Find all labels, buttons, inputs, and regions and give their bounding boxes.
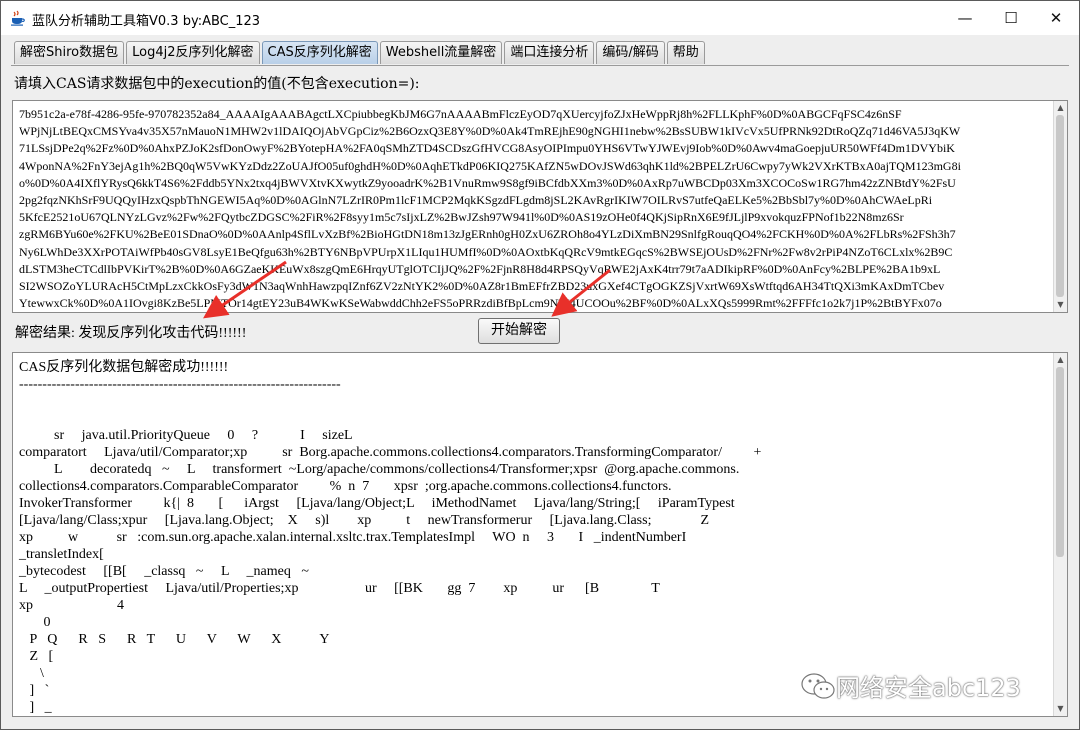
tab-log4j2[interactable]: Log4j2反序列化解密 xyxy=(126,41,260,64)
output-line: InvokerTransformer k{| 8 [ iArgst [Ljava… xyxy=(19,496,735,511)
input-line: WPjNjLtBEQxCMSYva4v35X57nMauoN1MHW2v1lDA… xyxy=(19,124,961,139)
output-text: CAS反序列化数据包解密成功!!!!!! --------------------… xyxy=(19,359,1055,717)
input-prompt-label: 请填入CAS请求数据包中的execution的值(不包含execution=): xyxy=(14,76,420,92)
title-bar: 蓝队分析辅助工具箱V0.3 by:ABC_123 — ☐ ✕ xyxy=(1,1,1079,35)
input-line: 2pg2fqzNKhSrF9UQQyIHzxQspbThNGEWI5Aq%0D%… xyxy=(19,193,933,208)
minimize-icon: — xyxy=(957,9,973,27)
app-window: 蓝队分析辅助工具箱V0.3 by:ABC_123 — ☐ ✕ 解密Shiro数据… xyxy=(0,0,1080,730)
output-line: a b xyxy=(19,716,1055,717)
minimize-button[interactable]: — xyxy=(942,1,988,35)
output-line: xp w sr :com.sun.org.apache.xalan.intern… xyxy=(19,530,687,545)
input-line: 4WponNA%2FnY3ejAg1h%2BQ0qW5VwKYzDdz2ZoUA… xyxy=(19,158,961,173)
execution-input[interactable]: 7b951c2a-e78f-4286-95fe-970782352a84_AAA… xyxy=(12,100,1068,313)
tab-encode-decode[interactable]: 编码/解码 xyxy=(596,41,665,64)
start-decrypt-button[interactable]: 开始解密 xyxy=(478,318,560,344)
input-line: dLSTM3heCTCdlIbPVKirT%2B%0D%0A6GZaeKKEuW… xyxy=(19,261,941,276)
tab-help[interactable]: 帮助 xyxy=(666,41,705,64)
output-area[interactable]: CAS反序列化数据包解密成功!!!!!! --------------------… xyxy=(12,352,1068,717)
input-line: Ny6LWhDe3XXrPOTAiWfPb40sGV8LsyE1BeQfgu63… xyxy=(19,244,953,259)
scroll-down-icon[interactable]: ▼ xyxy=(1055,703,1066,714)
input-line: zgRM6BYu60e%2FKU%2BeE01SDnaO%0D%0AAnlp4S… xyxy=(19,227,956,242)
input-line: 5KfcE2521oU67QLNYzLGvz%2Fw%2FQytbcZDGSC%… xyxy=(19,210,904,225)
watermark: 网络安全abc123 xyxy=(800,668,1021,703)
tab-shiro[interactable]: 解密Shiro数据包 xyxy=(14,41,125,64)
output-line: xp 4 xyxy=(19,598,124,613)
close-button[interactable]: ✕ xyxy=(1033,1,1079,35)
tab-webshell[interactable]: Webshell流量解密 xyxy=(379,41,503,64)
output-line: [Ljava/lang/Class;xpur [Ljava.lang.Objec… xyxy=(19,513,710,528)
output-line: Z [ xyxy=(19,649,54,664)
execution-input-text: 7b951c2a-e78f-4286-95fe-970782352a84_AAA… xyxy=(19,106,1055,312)
output-line: sr java.util.PriorityQueue 0 ? I sizeL xyxy=(19,428,353,443)
output-line: _bytecodest [[B[ _classq ~ L _nameq ~ xyxy=(19,564,309,579)
input-line: 7b951c2a-e78f-4286-95fe-970782352a84_AAA… xyxy=(19,107,902,121)
input-line: o%0D%0A4IXflYRysQ6kkT4S6%2Fddb5YNx2txq4j… xyxy=(19,175,956,190)
scroll-thumb[interactable] xyxy=(1056,115,1064,297)
output-line: collections4.comparators.ComparableCompa… xyxy=(19,479,672,494)
input-line: YtewwxCk%0D%0A1IOvgi8KzBe5LPMTOr14gtEY23… xyxy=(19,296,942,311)
tab-port-analysis[interactable]: 端口连接分析 xyxy=(504,41,595,64)
window-title: 蓝队分析辅助工具箱V0.3 by:ABC_123 xyxy=(32,14,261,29)
maximize-icon: ☐ xyxy=(1004,9,1018,27)
tab-divider xyxy=(11,65,1069,66)
output-line: CAS反序列化数据包解密成功!!!!!! xyxy=(19,360,229,375)
output-line: L decoratedq ~ L transformert ~Lorg/apac… xyxy=(19,462,740,477)
output-line: comparatort Ljava/util/Comparator;xp sr … xyxy=(19,445,762,460)
output-line: P Q R S R T U V W X Y xyxy=(19,632,330,647)
output-line: 0 xyxy=(19,615,51,630)
java-cup-icon xyxy=(11,10,25,26)
scroll-down-icon[interactable]: ▼ xyxy=(1055,299,1066,310)
decrypt-result-label: 解密结果: 发现反序列化攻击代码!!!!!! xyxy=(15,326,247,341)
scroll-thumb[interactable] xyxy=(1056,367,1064,557)
scroll-up-icon[interactable]: ▲ xyxy=(1055,354,1066,365)
output-line: ----------------------------------------… xyxy=(19,377,341,392)
output-line: L _outputPropertiest Ljava/util/Properti… xyxy=(19,581,660,596)
tab-bar: 解密Shiro数据包 Log4j2反序列化解密 CAS反序列化解密 Webshe… xyxy=(14,41,707,65)
input-line: SI2WSOZoYLURAcH5CtMpLzxCkkOsFy3dW1N3aqWn… xyxy=(19,279,945,294)
scroll-up-icon[interactable]: ▲ xyxy=(1055,102,1066,113)
output-line: _transletIndex[ xyxy=(19,547,104,562)
input-scrollbar[interactable]: ▲ ▼ xyxy=(1053,101,1067,312)
tab-cas[interactable]: CAS反序列化解密 xyxy=(261,41,378,64)
output-scrollbar[interactable]: ▲ ▼ xyxy=(1053,353,1067,716)
close-icon: ✕ xyxy=(1049,9,1063,27)
maximize-button[interactable]: ☐ xyxy=(988,1,1034,35)
watermark-text: 网络安全abc123 xyxy=(836,674,1021,702)
wechat-icon xyxy=(801,672,835,699)
input-line: 71LSsjDPe2q%2Fz%0D%0AhxPZJoK2sfDonOwyF%2… xyxy=(19,141,955,156)
